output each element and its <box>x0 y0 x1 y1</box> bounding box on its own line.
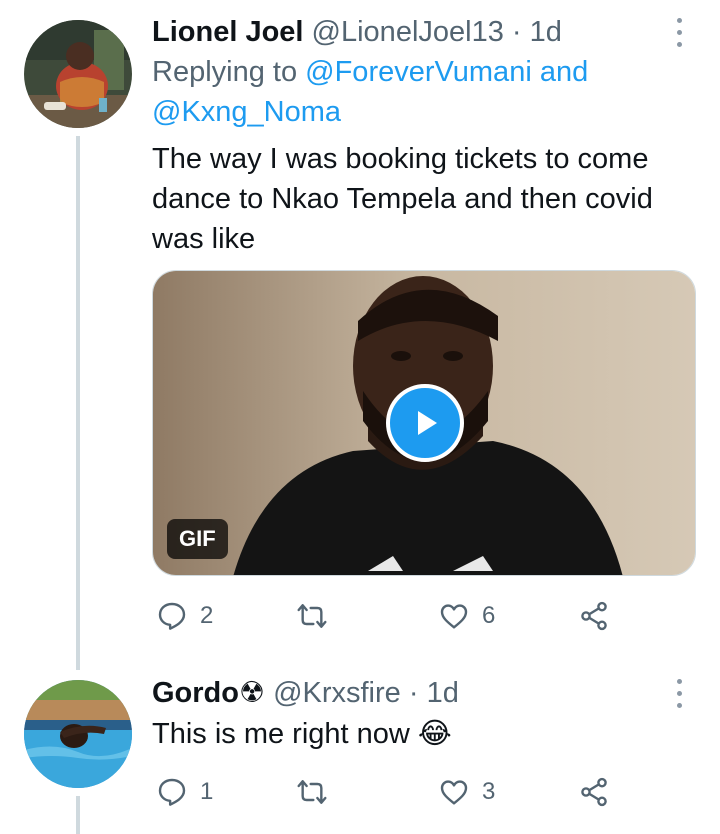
dot <box>676 678 682 684</box>
gif-media[interactable]: GIF <box>152 270 696 576</box>
retweet-button[interactable] <box>296 596 340 636</box>
dot <box>676 702 682 708</box>
dot <box>676 690 682 696</box>
like-count: 6 <box>482 602 496 629</box>
mention-forevervumani[interactable]: @ForeverVumani <box>305 56 532 88</box>
reply-count: 2 <box>200 602 214 629</box>
play-button[interactable] <box>386 384 464 462</box>
timestamp[interactable]: 1d <box>530 16 562 48</box>
retweet-arrows-icon <box>297 780 327 804</box>
tweet-header: Gordo☢ @Krxsfire · 1d <box>152 675 459 711</box>
tweet-lionel-joel[interactable]: Lionel Joel @LionelJoel13 · 1d Replying … <box>0 0 720 670</box>
laughing-emoji: 😂 <box>417 718 452 750</box>
author-name[interactable]: Gordo <box>152 677 239 709</box>
more-options-button[interactable] <box>668 14 690 50</box>
separator-dot: · <box>511 16 522 48</box>
author-name[interactable]: Lionel Joel <box>152 16 303 48</box>
heart-icon <box>440 604 468 629</box>
tweet-text: This is me right now 😂 <box>152 714 692 754</box>
share-button[interactable] <box>578 772 610 812</box>
dot <box>676 41 682 47</box>
reply-button[interactable]: 1 <box>156 772 213 812</box>
separator-dot: · <box>408 677 419 709</box>
dot <box>676 17 682 23</box>
play-icon <box>418 411 437 435</box>
tweet-text-line: This is me right now <box>152 718 410 750</box>
reply-button[interactable]: 2 <box>156 596 213 636</box>
author-handle[interactable]: @LionelJoel13 <box>312 16 504 48</box>
radioactive-symbol: ☢ <box>239 677 265 709</box>
tweet-text: The way I was booking tickets to come da… <box>152 139 692 259</box>
share-nodes-icon <box>581 601 607 631</box>
author-handle[interactable]: @Krxsfire <box>273 677 401 709</box>
avatar-gordo[interactable] <box>24 680 132 788</box>
speech-bubble-icon <box>158 778 186 806</box>
action-bar: 1 3 <box>152 772 622 812</box>
share-button[interactable] <box>578 596 610 636</box>
retweet-button[interactable] <box>296 772 340 812</box>
replying-to-label: Replying to <box>152 56 298 88</box>
replying-to: Replying to @ForeverVumani and @Kxng_Nom… <box>152 52 672 132</box>
action-bar: 2 6 <box>152 596 622 636</box>
more-options-button[interactable] <box>668 675 690 711</box>
tweet-text-line: was like <box>152 223 256 255</box>
like-button[interactable]: 6 <box>438 596 495 636</box>
tweet-header: Lionel Joel @LionelJoel13 · 1d <box>152 14 562 50</box>
avatar-lionel-joel[interactable] <box>24 20 132 128</box>
thread-line <box>76 796 80 834</box>
mention-kxng-noma[interactable]: @Kxng_Noma <box>152 96 341 128</box>
thread-line <box>76 136 80 670</box>
like-count: 3 <box>482 778 496 805</box>
retweet-arrows-icon <box>297 604 327 628</box>
dot <box>676 29 682 35</box>
tweet-text-line: The way I was booking tickets to come <box>152 143 649 175</box>
tweet-text-line: dance to Nkao Tempela and then covid <box>152 183 653 215</box>
mention-and[interactable]: and <box>540 56 588 88</box>
reply-count: 1 <box>200 778 214 805</box>
tweet-gordo[interactable]: Gordo☢ @Krxsfire · 1d This is me right n… <box>0 670 720 834</box>
heart-icon <box>440 780 468 805</box>
gif-badge: GIF <box>167 519 228 559</box>
share-nodes-icon <box>581 777 607 807</box>
speech-bubble-icon <box>158 602 186 630</box>
timestamp[interactable]: 1d <box>427 677 459 709</box>
like-button[interactable]: 3 <box>438 772 495 812</box>
